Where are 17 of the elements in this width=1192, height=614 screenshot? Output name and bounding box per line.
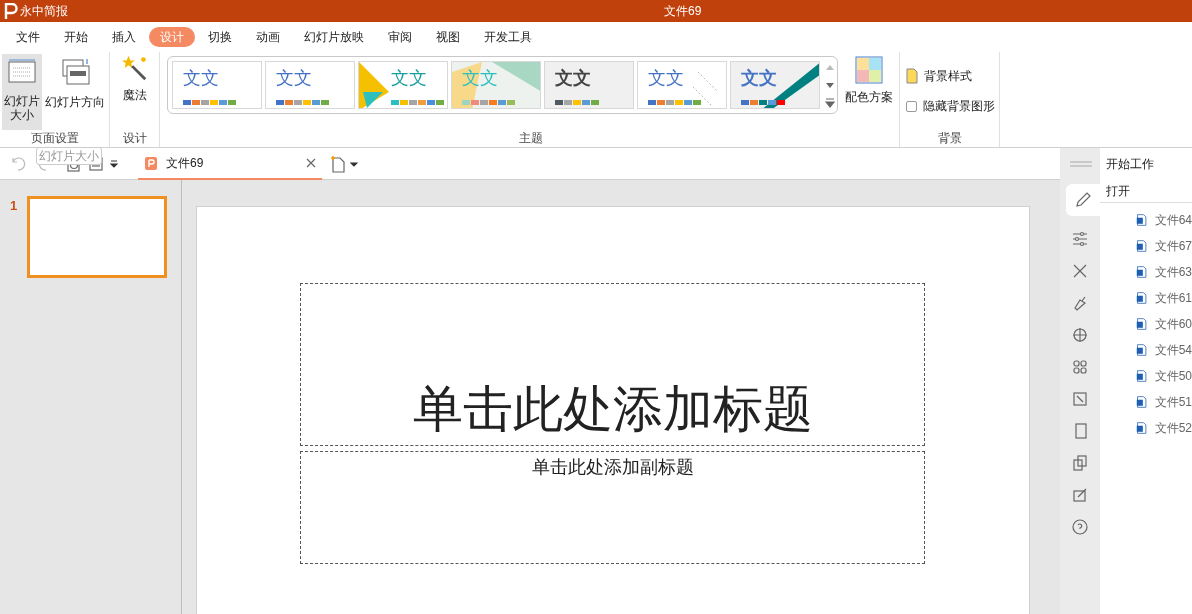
tooltip: 幻灯片大小 [36, 147, 102, 165]
slide-number: 1 [10, 197, 18, 215]
group-label: 背景 [937, 130, 962, 146]
group-label: 页面设置 [30, 130, 79, 146]
theme-sample-text: 文文 [740, 67, 777, 90]
group-label: 设计 [122, 130, 147, 146]
theme-sample-text: 文文 [554, 67, 591, 90]
theme-sample-text: 文文 [182, 67, 219, 90]
theme-sample-text: 文文 [461, 67, 498, 90]
section-header: 打开 [1100, 180, 1192, 203]
group-label: 主题 [519, 130, 543, 146]
theme-sample-text: 文文 [390, 67, 427, 90]
window-title: 文件69 [664, 3, 702, 20]
pane-title: 开始工作 [1100, 148, 1192, 180]
app-name: 永中简报 [20, 3, 68, 20]
theme-sample-text: 文文 [275, 67, 312, 90]
theme-sample-text: 文文 [647, 67, 684, 90]
